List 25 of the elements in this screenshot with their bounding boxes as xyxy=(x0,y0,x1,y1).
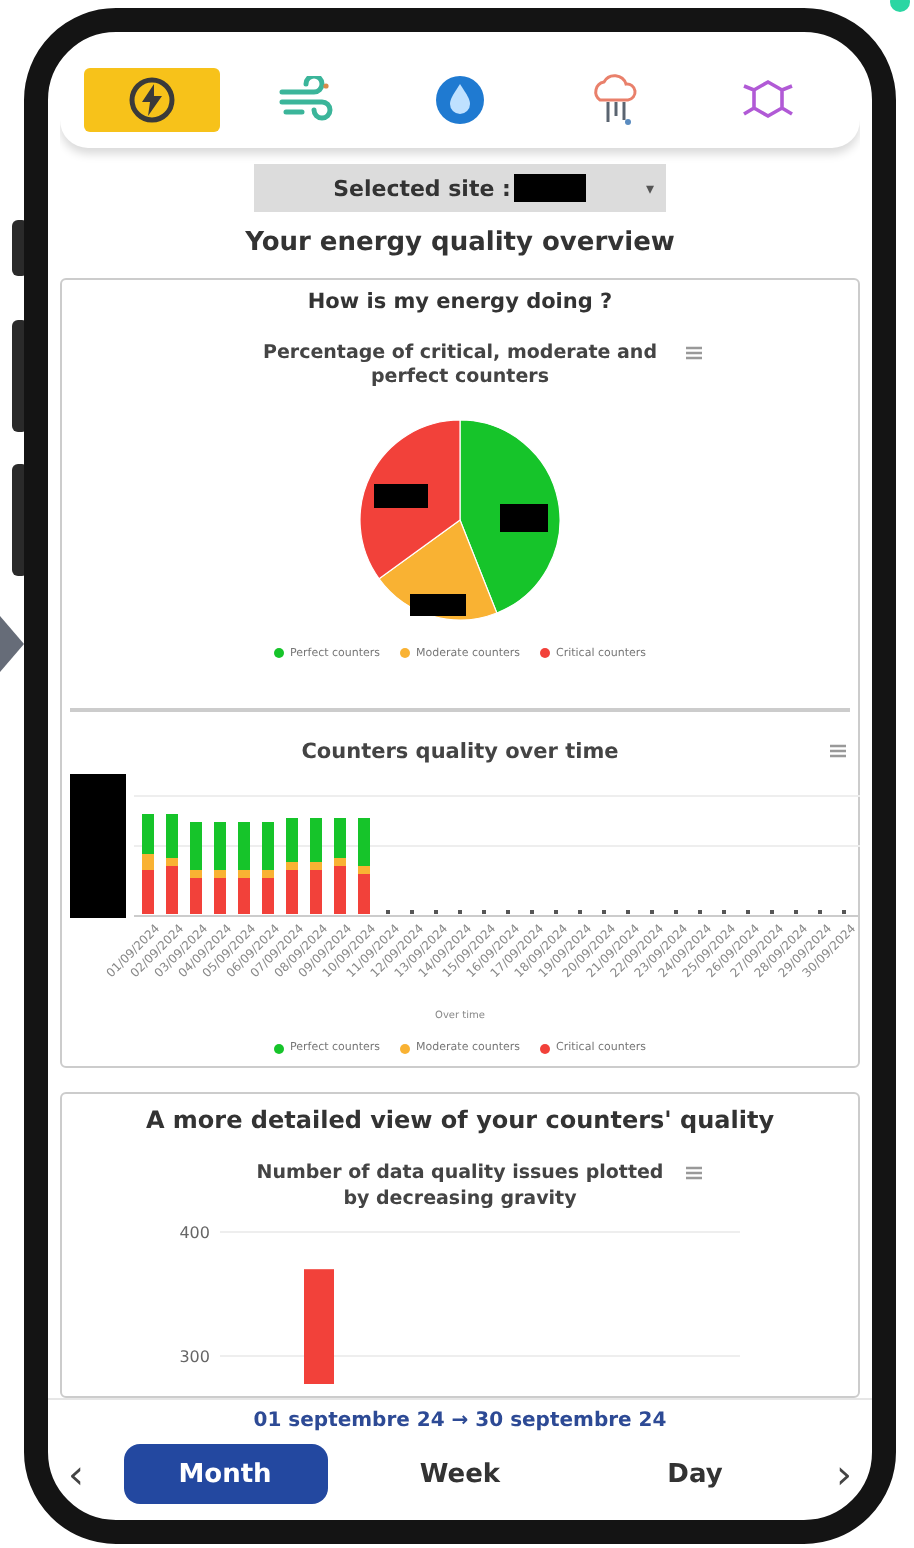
chart-title: Number of data quality issues plotted by decreasing gravity xyxy=(254,1162,666,1213)
period-tab[interactable]: Week xyxy=(358,1444,562,1504)
arrow-icon xyxy=(0,616,24,672)
bar xyxy=(304,1269,334,1385)
card-title: A more detailed view of your counters' quality xyxy=(145,1106,775,1135)
axis-label: 400 xyxy=(179,1224,210,1243)
axis-label: 300 xyxy=(179,1348,210,1367)
card-title: How is my energy doing ? xyxy=(307,290,613,314)
water-drop-icon xyxy=(433,74,486,126)
page-heading: Your energy quality overview xyxy=(245,228,675,258)
next-button[interactable]: › xyxy=(828,1450,860,1498)
menu-icon[interactable] xyxy=(830,743,846,758)
lightning-icon xyxy=(126,74,179,126)
redaction-block xyxy=(514,174,587,202)
date-range: 01 septembre 24 → 30 septembre 24 xyxy=(253,1410,667,1432)
chart-title: Counters quality over time xyxy=(299,739,621,767)
category-tab[interactable] xyxy=(84,68,221,132)
wind-icon xyxy=(278,76,335,124)
period-tab[interactable]: Month xyxy=(123,1444,327,1504)
period-tab[interactable]: Day xyxy=(593,1444,797,1504)
previous-button[interactable]: ‹ xyxy=(60,1450,92,1498)
menu-icon[interactable] xyxy=(686,1166,702,1181)
site-select[interactable]: Selected site : ▾ xyxy=(254,164,666,212)
chart-title: Percentage of critical, moderate and perfect counters xyxy=(260,342,659,392)
menu-icon[interactable] xyxy=(686,346,702,360)
